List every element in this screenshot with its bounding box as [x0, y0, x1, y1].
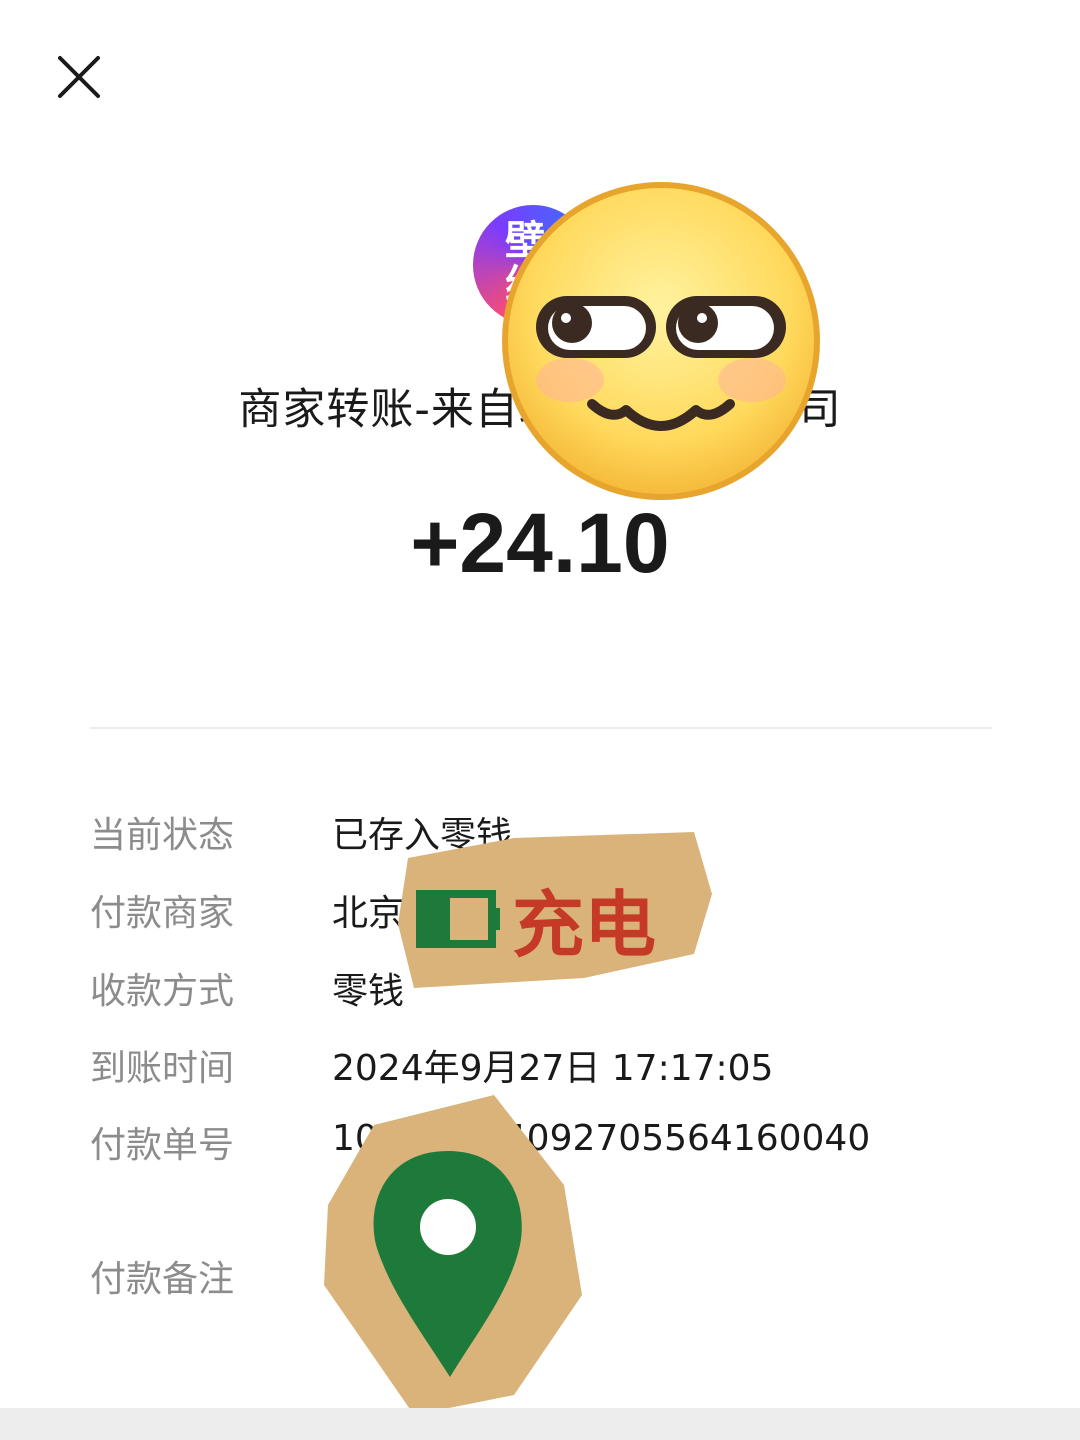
- payer-label: 付款商家: [90, 893, 235, 934]
- transaction-amount: +24.10: [410, 496, 670, 590]
- divider: [90, 727, 992, 729]
- map-pin-sticker: [324, 1095, 582, 1415]
- arrival-time-label: 到账时间: [90, 1048, 235, 1089]
- status-label: 当前状态: [90, 815, 235, 856]
- close-button[interactable]: [52, 50, 106, 104]
- arrival-time-value: 2024年9月27日 17:17:05: [332, 1048, 774, 1089]
- close-icon: [58, 56, 100, 98]
- smiley-emoji-sticker: [502, 182, 820, 500]
- bill-detail-page: 壁纸 商家转账-来自北京宝 有限公司 +24.10 当前状态 已存入零钱 付款商…: [0, 0, 1080, 1440]
- order-no-label: 付款单号: [90, 1125, 235, 1166]
- bottom-bar: [0, 1408, 1080, 1440]
- method-label: 收款方式: [90, 971, 235, 1012]
- charge-text: 充电: [512, 883, 656, 967]
- charging-sticker: 充电: [398, 832, 712, 988]
- remark-label: 付款备注: [90, 1259, 235, 1300]
